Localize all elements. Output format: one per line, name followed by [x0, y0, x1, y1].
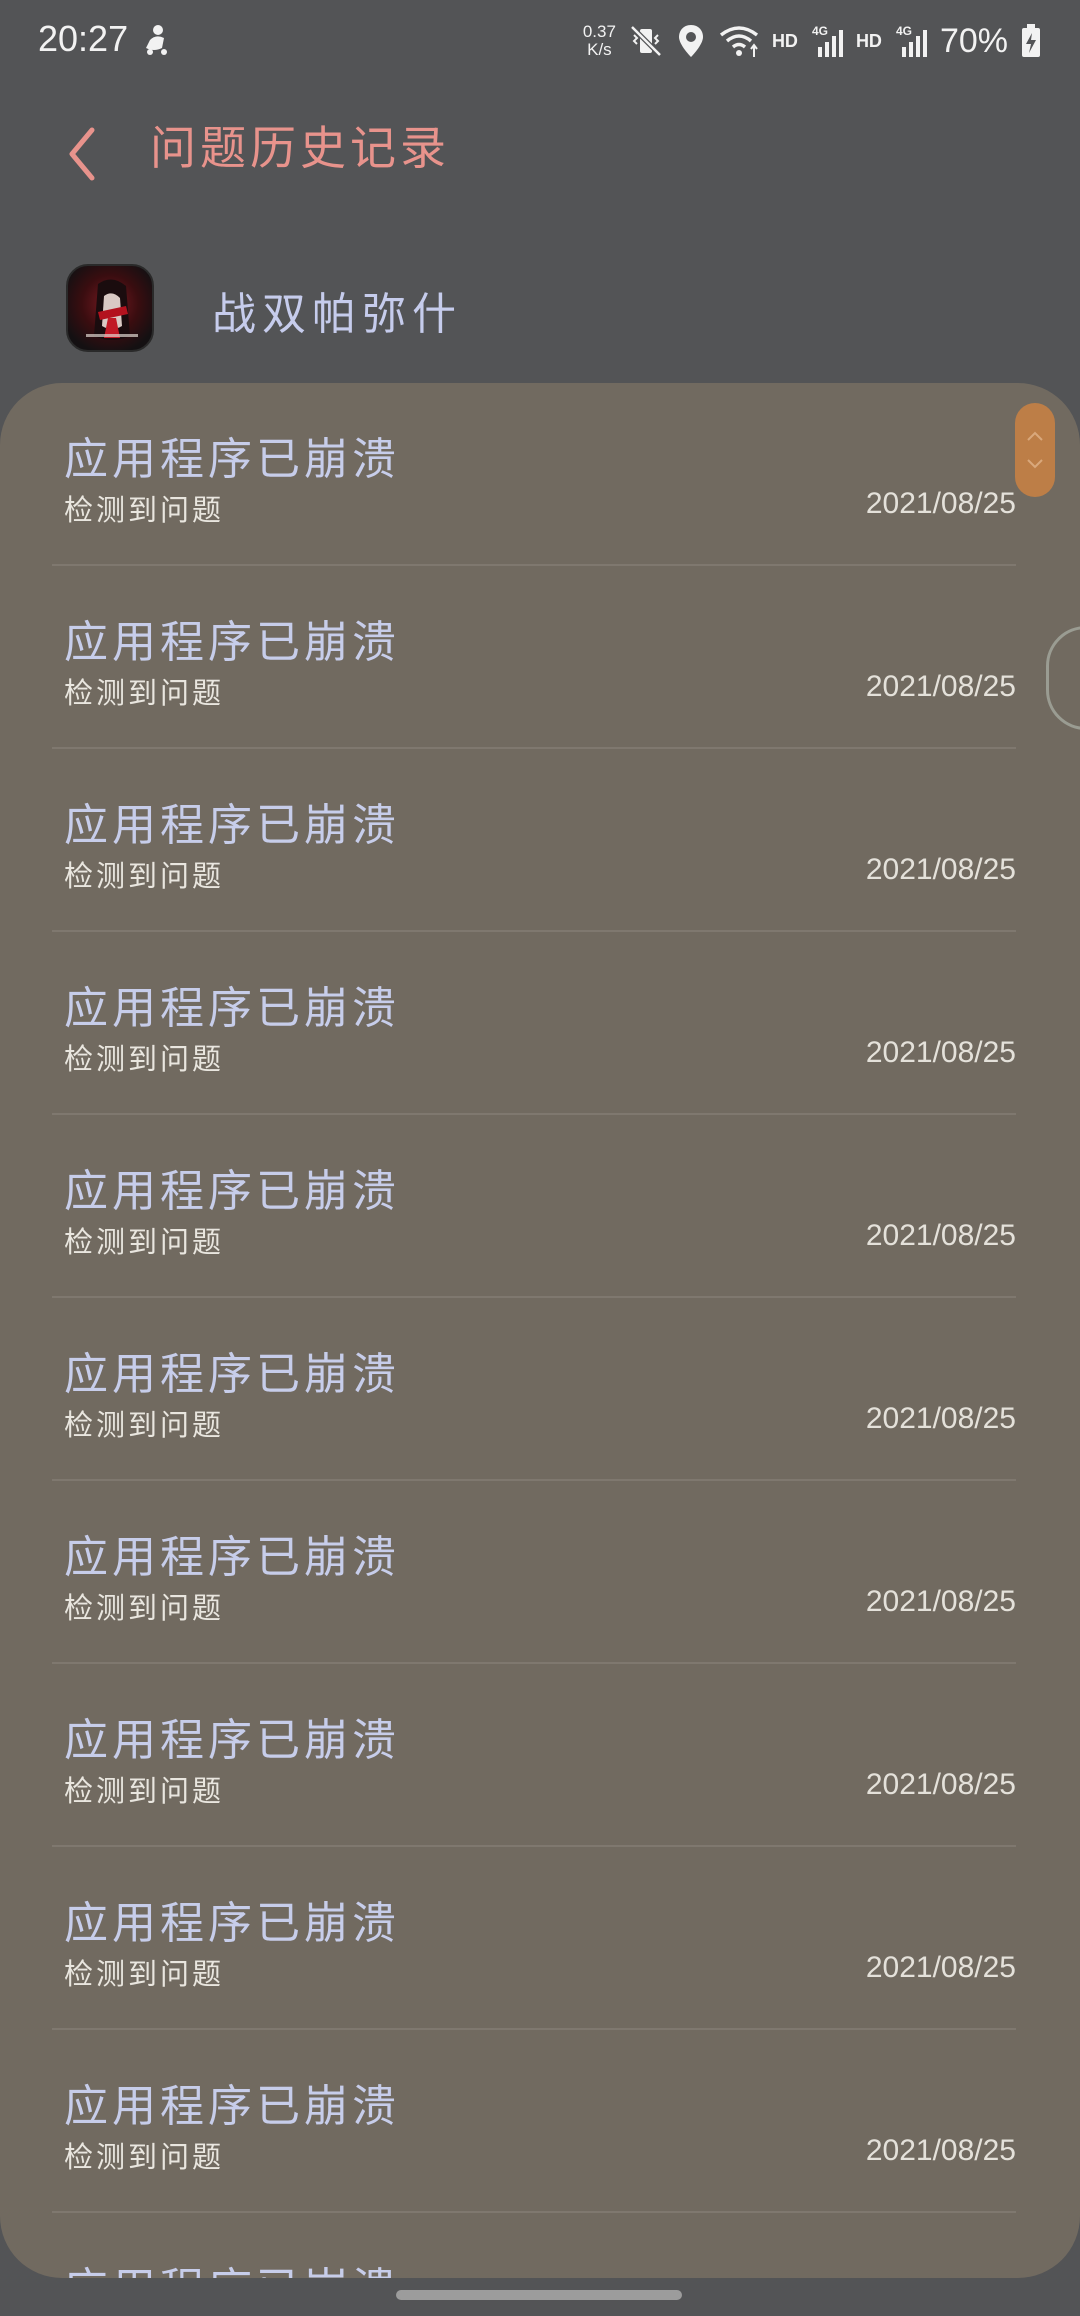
hd-label-2: HD — [855, 30, 882, 51]
page-title: 问题历史记录 — [150, 121, 450, 175]
item-title: 应用程序已崩溃 — [64, 983, 400, 1034]
item-date: 2021/08/25 — [865, 1036, 1016, 1069]
status-icons: 0.37 K/s HD 4G HD 4G 70% — [583, 16, 1042, 66]
item-subtitle: 检测到问题 — [64, 1774, 225, 1808]
item-subtitle: 检测到问题 — [64, 2140, 225, 2174]
signal-4g-icon-1: 4G — [810, 23, 844, 59]
item-date: 2021/08/25 — [865, 2134, 1016, 2167]
item-title: 应用程序已崩溃 — [64, 2081, 400, 2132]
item-date: 2021/08/25 — [865, 670, 1016, 703]
item-subtitle: 检测到问题 — [64, 859, 225, 893]
back-button[interactable] — [52, 114, 112, 194]
item-title: 应用程序已崩溃 — [64, 2253, 400, 2278]
app-header: 战双帕弥什 — [0, 234, 1080, 384]
item-date: 2021/08/25 — [865, 487, 1016, 520]
item-title: 应用程序已崩溃 — [64, 800, 400, 851]
wifi-icon — [718, 23, 760, 59]
chevron-down-icon — [1027, 459, 1043, 469]
item-title: 应用程序已崩溃 — [64, 1898, 400, 1949]
location-icon — [676, 23, 706, 59]
chevron-left-icon — [69, 127, 95, 181]
item-title: 应用程序已崩溃 — [64, 434, 400, 485]
item-subtitle: 检测到问题 — [64, 1957, 225, 1991]
item-title: 应用程序已崩溃 — [64, 1166, 400, 1217]
list-item[interactable]: 应用程序已崩溃 检测到问题 2021/08/25 — [0, 1298, 1080, 1481]
item-title: 应用程序已崩溃 — [64, 1715, 400, 1766]
item-title: 应用程序已崩溃 — [64, 617, 400, 668]
item-date: 2021/08/25 — [865, 1768, 1016, 1801]
app-icon — [66, 264, 154, 352]
network-speed-value: 0.37 — [582, 22, 616, 41]
list-item[interactable]: 应用程序已崩溃 检测到问题 2021/08/25 — [0, 1664, 1080, 1847]
list-item[interactable]: 应用程序已崩溃 检测到问题 2021/08/25 — [0, 2030, 1080, 2213]
item-date: 2021/08/25 — [865, 1219, 1016, 1252]
item-title: 应用程序已崩溃 — [64, 1349, 400, 1400]
network-speed-unit: K/s — [587, 40, 612, 59]
item-subtitle: 检测到问题 — [64, 1042, 225, 1076]
history-list: 应用程序已崩溃 检测到问题 2021/08/25 应用程序已崩溃 检测到问题 2… — [0, 383, 1080, 2278]
item-subtitle: 检测到问题 — [64, 676, 225, 710]
network-speed: 0.37 K/s — [583, 23, 616, 59]
list-item[interactable]: 应用程序已崩溃 检测到问题 2021/08/25 — [0, 566, 1080, 749]
chevron-up-icon — [1027, 431, 1043, 441]
fast-scroll-handle[interactable] — [1015, 403, 1055, 497]
vibrate-mute-icon — [628, 23, 664, 59]
battery-charging-icon — [1020, 23, 1042, 59]
status-bar: 20:27 0.37 K/s HD 4G HD 4G 70% — [0, 0, 1080, 84]
app-bar: 问题历史记录 — [0, 84, 1080, 234]
signal-4g-icon-2: 4G — [894, 23, 928, 59]
app-name: 战双帕弥什 — [212, 289, 462, 340]
item-subtitle: 检测到问题 — [64, 1408, 225, 1442]
list-item[interactable]: 应用程序已崩溃 检测到问题 2021/08/25 — [0, 1115, 1080, 1298]
list-item[interactable]: 应用程序已崩溃 检测到问题 2021/08/25 — [0, 1847, 1080, 2030]
list-item[interactable]: 应用程序已崩溃 检测到问题 2021/08/25 — [0, 1481, 1080, 1664]
item-title: 应用程序已崩溃 — [64, 1532, 400, 1583]
item-subtitle: 检测到问题 — [64, 493, 225, 527]
svg-text:4G: 4G — [812, 24, 828, 38]
list-item[interactable]: 应用程序已崩溃 检测到问题 2021/08/25 — [0, 383, 1080, 566]
figure-notification-icon — [138, 22, 174, 58]
list-item[interactable]: 应用程序已崩溃 检测到问题 2021/08/25 — [0, 932, 1080, 1115]
item-date: 2021/08/25 — [865, 1402, 1016, 1435]
svg-text:4G: 4G — [896, 24, 912, 38]
list-item[interactable]: 应用程序已崩溃 检测到问题 2021/08/25 — [0, 749, 1080, 932]
gesture-nav-handle[interactable] — [396, 2290, 682, 2300]
item-date: 2021/08/25 — [865, 1951, 1016, 1984]
item-subtitle: 检测到问题 — [64, 1225, 225, 1259]
battery-percent: 70% — [939, 21, 1008, 60]
item-date: 2021/08/25 — [865, 853, 1016, 886]
status-time: 20:27 — [38, 18, 129, 59]
item-subtitle: 检测到问题 — [64, 1591, 225, 1625]
item-date: 2021/08/25 — [865, 1585, 1016, 1618]
list-item[interactable]: 应用程序已崩溃 — [0, 2213, 1080, 2278]
hd-label-1: HD — [771, 30, 798, 51]
